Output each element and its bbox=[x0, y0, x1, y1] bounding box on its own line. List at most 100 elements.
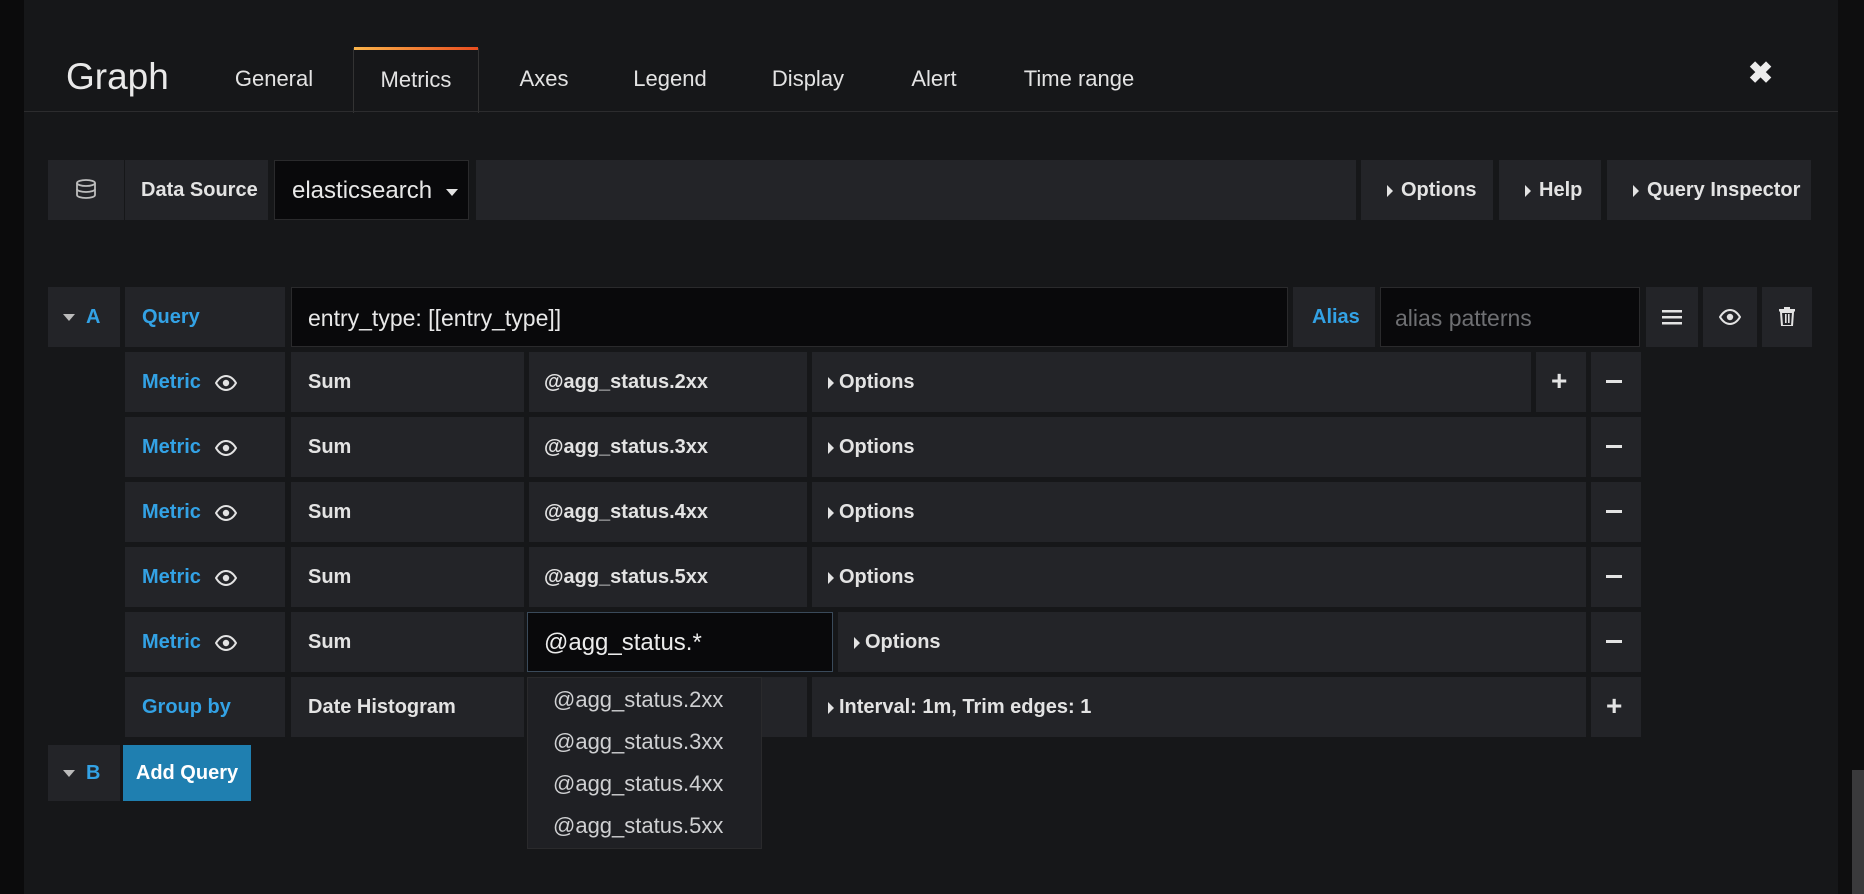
tab-general[interactable]: General bbox=[222, 48, 326, 110]
metric-label-box[interactable]: Metric bbox=[125, 612, 285, 672]
caret-right-icon bbox=[828, 376, 834, 389]
suggestion-item[interactable]: @agg_status.3xx bbox=[553, 729, 723, 755]
metric-agg-select[interactable]: Sum bbox=[291, 547, 524, 607]
caret-right-icon bbox=[854, 636, 860, 649]
metric-options[interactable]: Options bbox=[838, 612, 1586, 672]
tab-legend[interactable]: Legend bbox=[618, 48, 722, 110]
query-inspector-button[interactable]: Query Inspector bbox=[1607, 160, 1811, 220]
group-by-settings-label: Interval: 1m, Trim edges: 1 bbox=[839, 696, 1092, 718]
remove-metric-button[interactable] bbox=[1591, 417, 1641, 477]
help-button[interactable]: Help bbox=[1499, 160, 1601, 220]
tab-alert[interactable]: Alert bbox=[898, 48, 970, 110]
remove-metric-button[interactable] bbox=[1591, 612, 1641, 672]
suggestion-item[interactable]: @agg_status.4xx bbox=[553, 771, 723, 797]
metric-options-label: Options bbox=[839, 371, 915, 393]
collapse-icon bbox=[63, 314, 75, 321]
query-label: Query bbox=[142, 306, 200, 328]
trash-icon bbox=[1779, 307, 1795, 326]
metric-field-select[interactable]: @agg_status.2xx bbox=[529, 352, 807, 412]
tab-time-range[interactable]: Time range bbox=[1012, 48, 1146, 110]
metric-options[interactable]: Options bbox=[812, 417, 1586, 477]
metric-field-select[interactable]: @agg_status.3xx bbox=[529, 417, 807, 477]
eye-icon[interactable] bbox=[215, 440, 237, 456]
options-label: Options bbox=[1401, 179, 1477, 201]
eye-icon[interactable] bbox=[215, 375, 237, 391]
group-by-type-select[interactable]: Date Histogram bbox=[291, 677, 524, 737]
remove-metric-button[interactable] bbox=[1591, 352, 1641, 412]
options-button[interactable]: Options bbox=[1361, 160, 1493, 220]
query-delete-button[interactable] bbox=[1762, 287, 1812, 347]
remove-metric-button[interactable] bbox=[1591, 482, 1641, 542]
metric-field: @agg_status.4xx bbox=[544, 501, 709, 523]
add-metric-button[interactable]: + bbox=[1536, 352, 1586, 412]
metric-label-box[interactable]: Metric bbox=[125, 352, 285, 412]
suggestion-item[interactable]: @agg_status.5xx bbox=[553, 813, 723, 839]
scrollbar[interactable] bbox=[1852, 770, 1864, 894]
metric-agg-select[interactable]: Sum bbox=[291, 417, 524, 477]
eye-icon[interactable] bbox=[215, 635, 237, 651]
metric-agg-select[interactable]: Sum bbox=[291, 482, 524, 542]
group-by-settings[interactable]: Interval: 1m, Trim edges: 1 bbox=[812, 677, 1586, 737]
metric-options[interactable]: Options bbox=[812, 352, 1531, 412]
query-visibility-button[interactable] bbox=[1703, 287, 1757, 347]
minus-icon bbox=[1606, 445, 1622, 448]
left-gutter bbox=[0, 0, 24, 894]
datasource-label: Data Source bbox=[141, 179, 258, 201]
metric-label-box[interactable]: Metric bbox=[125, 482, 285, 542]
metric-field: @agg_status.3xx bbox=[544, 436, 709, 458]
metric-field-select[interactable]: @agg_status.4xx bbox=[529, 482, 807, 542]
tab-display[interactable]: Display bbox=[758, 48, 858, 110]
metric-agg-select[interactable]: Sum bbox=[291, 612, 524, 672]
tab-axes[interactable]: Axes bbox=[502, 48, 586, 110]
group-by-label-box: Group by bbox=[125, 677, 285, 737]
help-label: Help bbox=[1539, 179, 1583, 201]
database-icon bbox=[76, 179, 96, 199]
metric-label: Metric bbox=[142, 501, 201, 523]
minus-icon bbox=[1606, 510, 1622, 513]
right-gutter bbox=[1838, 0, 1864, 894]
remove-metric-button[interactable] bbox=[1591, 547, 1641, 607]
metric-label: Metric bbox=[142, 436, 201, 458]
datasource-label-box: Data Source bbox=[125, 160, 268, 220]
datasource-select[interactable]: elasticsearch bbox=[274, 160, 469, 220]
minus-icon bbox=[1606, 640, 1622, 643]
metric-field-input[interactable]: @agg_status.* bbox=[527, 612, 833, 672]
metric-options[interactable]: Options bbox=[812, 482, 1586, 542]
metric-label-box[interactable]: Metric bbox=[125, 417, 285, 477]
query-menu-button[interactable] bbox=[1646, 287, 1698, 347]
metric-label-box[interactable]: Metric bbox=[125, 547, 285, 607]
metric-field: @agg_status.5xx bbox=[544, 566, 709, 588]
tab-metrics[interactable]: Metrics bbox=[353, 47, 479, 113]
metric-label: Metric bbox=[142, 371, 201, 393]
caret-right-icon bbox=[1525, 184, 1531, 197]
caret-right-icon bbox=[828, 441, 834, 454]
metric-agg: Sum bbox=[308, 501, 352, 523]
group-by-type: Date Histogram bbox=[308, 696, 456, 718]
add-group-by-button[interactable]: + bbox=[1591, 677, 1641, 737]
query-input[interactable]: entry_type: [[entry_type]] bbox=[291, 287, 1288, 347]
metric-options-label: Options bbox=[839, 436, 915, 458]
alias-label-box: Alias bbox=[1293, 287, 1375, 347]
metric-field-select[interactable]: @agg_status.5xx bbox=[529, 547, 807, 607]
metric-agg: Sum bbox=[308, 566, 352, 588]
query-a-toggle[interactable]: A bbox=[48, 287, 120, 347]
metric-options-label: Options bbox=[839, 501, 915, 523]
query-b-toggle[interactable]: B bbox=[48, 745, 120, 801]
close-icon[interactable]: ✖ bbox=[1748, 56, 1773, 91]
metric-label: Metric bbox=[142, 631, 201, 653]
caret-down-icon bbox=[446, 189, 458, 196]
metric-agg-select[interactable]: Sum bbox=[291, 352, 524, 412]
eye-icon[interactable] bbox=[215, 505, 237, 521]
add-query-button[interactable]: Add Query bbox=[123, 745, 251, 801]
metric-options[interactable]: Options bbox=[812, 547, 1586, 607]
metric-field: @agg_status.2xx bbox=[544, 371, 709, 393]
datasource-icon-box bbox=[48, 160, 124, 220]
minus-icon bbox=[1606, 380, 1622, 383]
group-by-label: Group by bbox=[142, 696, 231, 718]
suggestion-item[interactable]: @agg_status.2xx bbox=[553, 687, 723, 713]
alias-input[interactable]: alias patterns bbox=[1380, 287, 1640, 347]
minus-icon bbox=[1606, 575, 1622, 578]
query-ref-b: B bbox=[86, 762, 101, 784]
metric-options-label: Options bbox=[839, 566, 915, 588]
eye-icon[interactable] bbox=[215, 570, 237, 586]
